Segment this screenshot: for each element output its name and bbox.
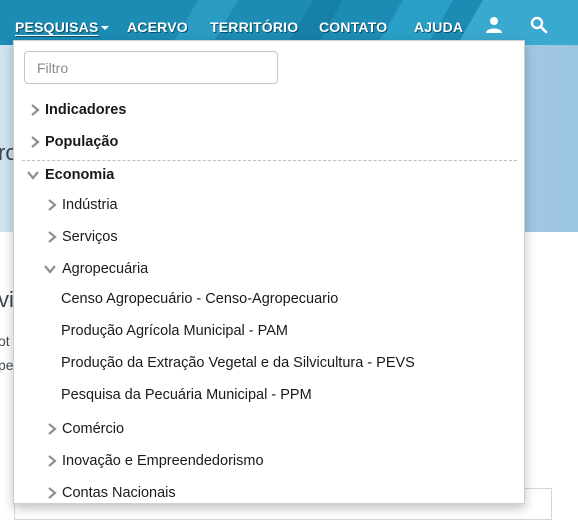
pesquisas-dropdown: Indicadores População Economia Indústria…: [13, 40, 525, 504]
tree-leaf-censo-agropecuario[interactable]: Censo Agropecuário - Censo-Agropecuario: [14, 288, 524, 310]
tree-item-indicadores[interactable]: Indicadores: [14, 99, 524, 121]
chevron-right-icon: [48, 487, 57, 499]
tree-item-servicos[interactable]: Serviços: [14, 226, 524, 248]
tree-item-economia[interactable]: Economia: [14, 164, 524, 186]
tree-item-contas-nacionais[interactable]: Contas Nacionais: [14, 482, 524, 503]
tree-leaf-pevs[interactable]: Produção da Extração Vegetal e da Silvic…: [14, 352, 524, 374]
tree-item-label: Economia: [45, 167, 115, 183]
tree-item-label: Serviços: [62, 229, 118, 245]
tree-item-label: Produção da Extração Vegetal e da Silvic…: [61, 355, 415, 371]
divider: [22, 160, 517, 161]
tree-item-label: Agropecuária: [62, 261, 149, 277]
tree-item-comercio[interactable]: Comércio: [14, 418, 524, 440]
tree-leaf-ppm[interactable]: Pesquisa da Pecuária Municipal - PPM: [14, 384, 524, 406]
nav-territorio[interactable]: TERRITÓRIO: [210, 0, 298, 45]
chevron-right-icon: [48, 199, 57, 211]
tree-leaf-pam[interactable]: Produção Agrícola Municipal - PAM: [14, 320, 524, 342]
filter-input[interactable]: [24, 51, 278, 84]
chevron-down-icon: [27, 171, 39, 180]
caret-down-icon: [100, 26, 109, 31]
tree-item-populacao[interactable]: População: [14, 131, 524, 153]
nav-decoration: [457, 0, 578, 45]
top-navbar: PESQUISAS ACERVO TERRITÓRIO CONTATO AJUD…: [0, 0, 578, 45]
chevron-right-icon: [31, 104, 40, 116]
nav-acervo[interactable]: ACERVO: [127, 0, 188, 45]
tree-item-agropecuaria[interactable]: Agropecuária: [14, 258, 524, 280]
search-icon[interactable]: [530, 16, 548, 34]
chevron-right-icon: [48, 423, 57, 435]
tree-item-industria[interactable]: Indústria: [14, 194, 524, 216]
tree-item-label: Contas Nacionais: [62, 485, 176, 501]
tree-item-label: Indicadores: [45, 102, 127, 118]
tree-item-label: Indústria: [62, 197, 118, 213]
tree-item-label: Comércio: [62, 421, 125, 437]
nav-pesquisas[interactable]: PESQUISAS: [15, 0, 109, 45]
user-icon[interactable]: [485, 16, 503, 34]
tree-item-label: População: [45, 134, 119, 150]
chevron-right-icon: [48, 455, 57, 467]
tree-item-inovacao[interactable]: Inovação e Empreendedorismo: [14, 450, 524, 472]
tree-item-label: Produção Agrícola Municipal - PAM: [61, 323, 289, 339]
tree-item-label: Censo Agropecuário - Censo-Agropecuario: [61, 291, 339, 307]
chevron-right-icon: [31, 136, 40, 148]
nav-pesquisas-label: PESQUISAS: [15, 19, 99, 35]
paragraph-fragment: ot: [0, 333, 10, 349]
nav-contato[interactable]: CONTATO: [319, 0, 387, 45]
tree-item-label: Inovação e Empreendedorismo: [62, 453, 264, 469]
paragraph-fragment: pe: [0, 357, 14, 373]
tree-item-label: Pesquisa da Pecuária Municipal - PPM: [61, 387, 312, 403]
nav-ajuda[interactable]: AJUDA: [414, 0, 463, 45]
chevron-right-icon: [48, 231, 57, 243]
chevron-down-icon: [44, 265, 56, 274]
